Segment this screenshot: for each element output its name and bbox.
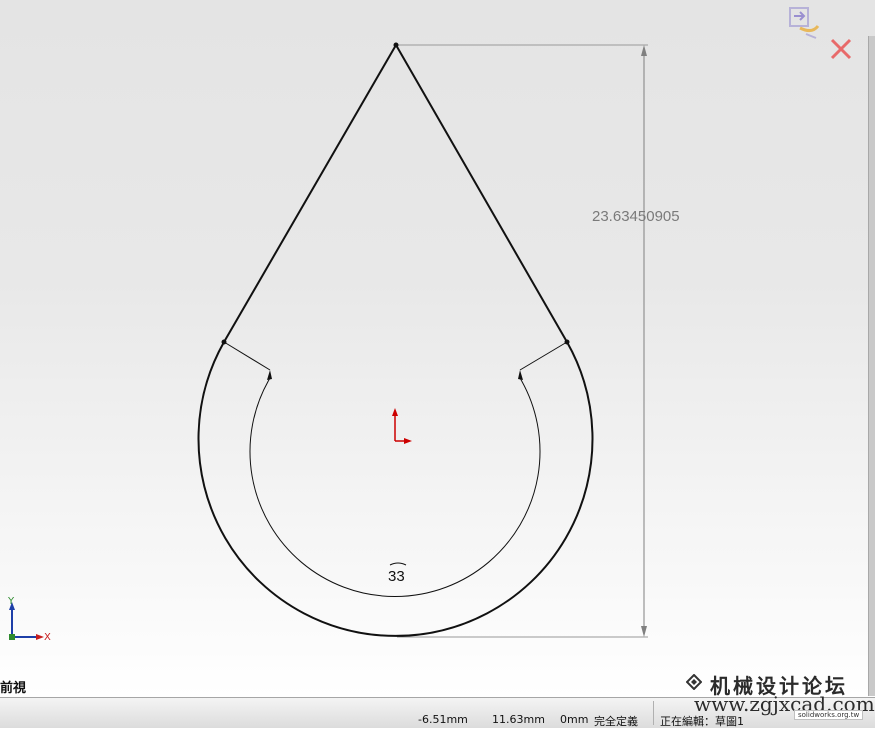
sketch-line-left[interactable]	[223, 44, 397, 343]
dimension-arrow-bottom	[641, 626, 647, 637]
dimension-arrow-top	[641, 45, 647, 56]
triad-x-label: X	[44, 632, 51, 643]
status-bar: -6.51mm 11.63mm 0mm 完全定義 正在編輯：草圖1	[0, 697, 875, 728]
dimension-linear-value[interactable]: 23.63450905	[592, 208, 680, 225]
triad-icon	[9, 602, 44, 640]
dimension-radial-value[interactable]: 33	[388, 568, 405, 585]
arc-length-symbol	[389, 562, 407, 566]
sketch-outer-arc[interactable]	[197, 341, 594, 637]
radial-leader-right	[519, 341, 568, 371]
status-divider	[653, 701, 654, 725]
exit-sketch-icon[interactable]	[789, 7, 820, 39]
cancel-icon[interactable]	[830, 38, 852, 60]
sketch-canvas[interactable]: 23.63450905 33 Y X	[0, 0, 875, 697]
sketch-point-apex[interactable]	[393, 42, 399, 48]
graphics-area[interactable]: 23.63450905 33 Y X	[0, 0, 875, 697]
sketch-origin-icon[interactable]	[392, 408, 412, 444]
task-pane-strip[interactable]	[868, 36, 875, 696]
radial-leader-left	[223, 341, 271, 371]
status-z-coordinate: 0mm	[560, 713, 589, 726]
status-x-coordinate: -6.51mm	[418, 713, 468, 726]
view-orientation-label: 前視	[0, 681, 27, 696]
triad-y-label: Y	[7, 596, 15, 607]
confirmation-corner[interactable]	[786, 4, 856, 64]
status-y-coordinate: 11.63mm	[492, 713, 545, 726]
sketch-line-right[interactable]	[395, 44, 568, 343]
